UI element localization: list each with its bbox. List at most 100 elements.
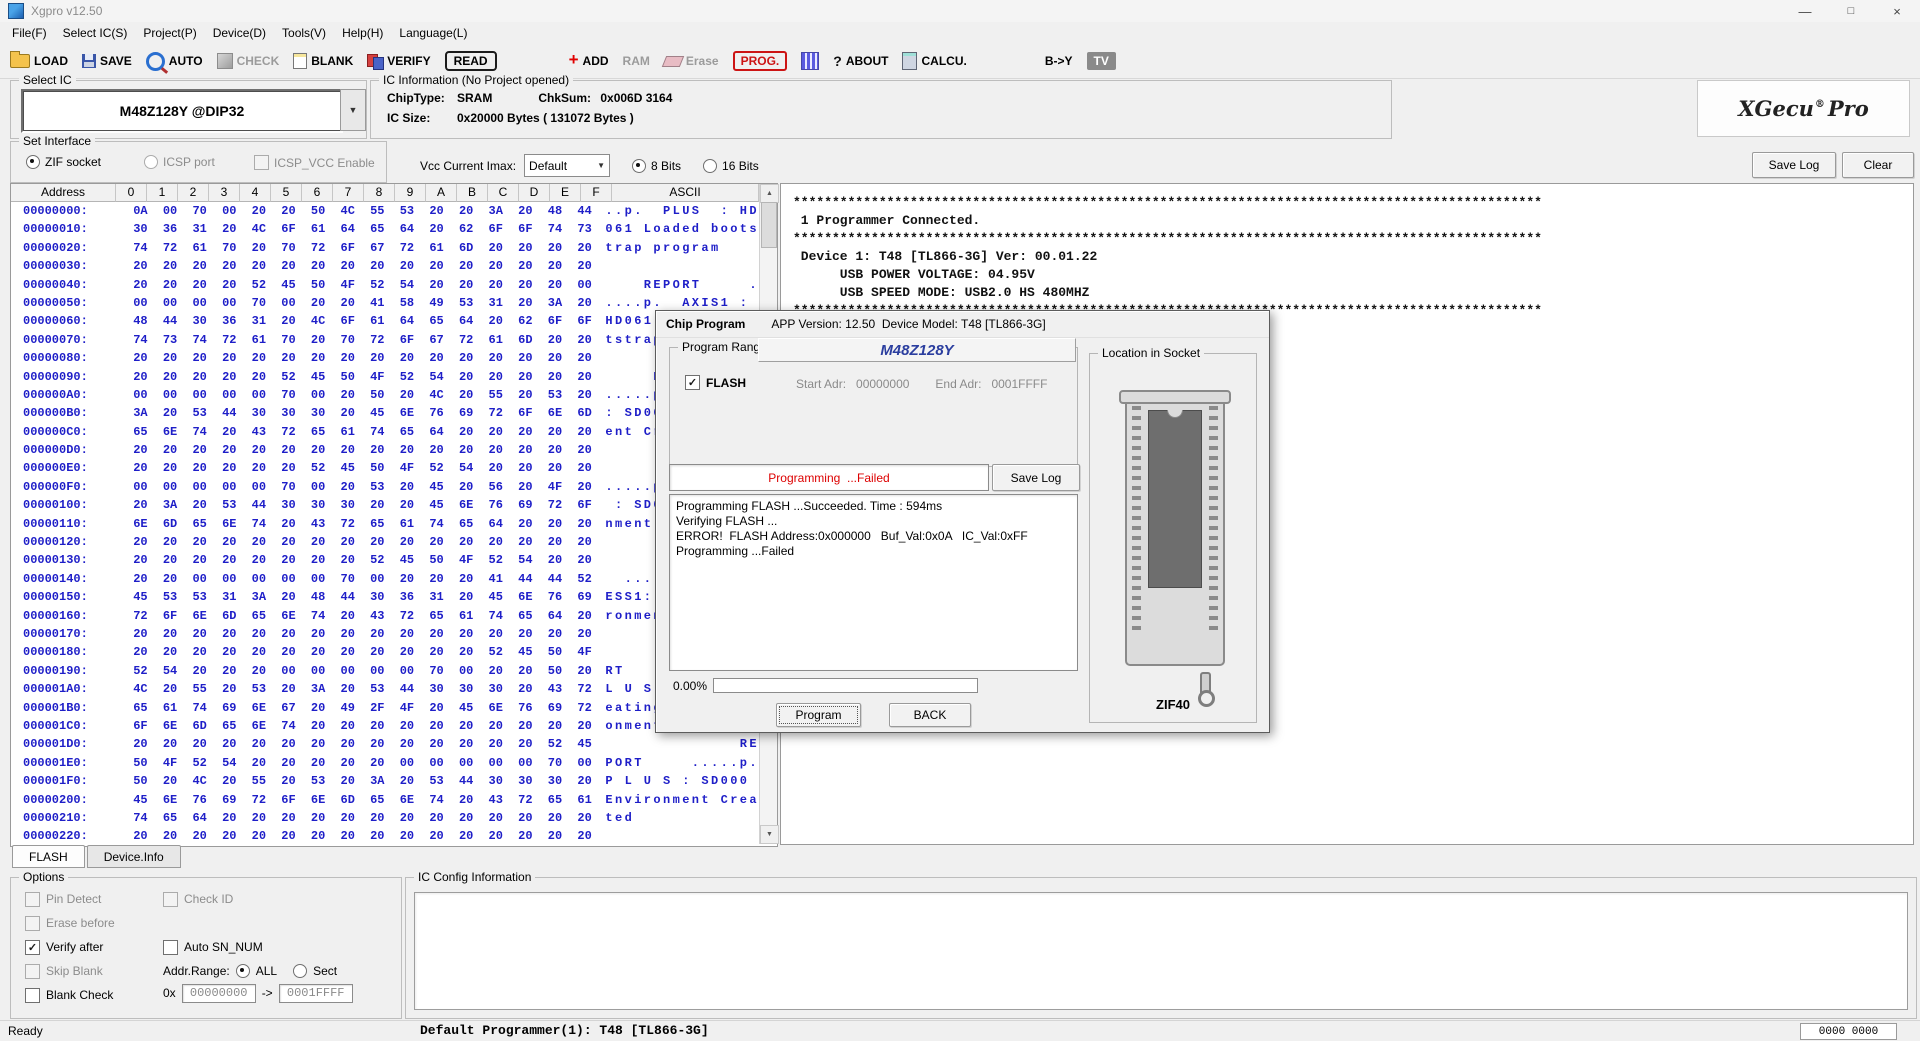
hex-byte-cell[interactable]: 45 — [422, 478, 452, 496]
hex-byte-cell[interactable]: 20 — [570, 257, 600, 275]
hex-byte-cell[interactable]: 20 — [274, 441, 304, 459]
hex-byte-cell[interactable]: 20 — [451, 570, 481, 588]
hex-byte-cell[interactable]: 20 — [155, 368, 185, 386]
back-button[interactable]: BACK — [889, 703, 971, 727]
hex-byte-cell[interactable]: 20 — [214, 220, 244, 238]
hex-byte-cell[interactable]: 45 — [511, 643, 541, 661]
hex-byte-cell[interactable]: 20 — [422, 202, 452, 220]
program-button[interactable]: Program — [776, 703, 861, 727]
hex-ascii-cell[interactable]: ted — [599, 809, 759, 827]
hex-byte-cell[interactable]: 20 — [244, 662, 274, 680]
hex-byte-cell[interactable]: 20 — [481, 827, 511, 845]
hex-byte-cell[interactable]: 65 — [303, 423, 333, 441]
menu-item-deviced[interactable]: Device(D) — [205, 23, 274, 43]
hex-byte-cell[interactable]: 6E — [303, 791, 333, 809]
hex-byte-cell[interactable]: 20 — [451, 423, 481, 441]
hex-byte-cell[interactable]: 20 — [570, 827, 600, 845]
hex-byte-cell[interactable]: 20 — [392, 496, 422, 514]
hex-byte-cell[interactable]: 6E — [214, 515, 244, 533]
hex-byte-cell[interactable]: 44 — [392, 680, 422, 698]
hex-byte-cell[interactable]: 74 — [363, 423, 393, 441]
hex-ascii-cell[interactable]: RE — [599, 735, 759, 753]
hex-ascii-cell[interactable]: P L U S : SD000 — [599, 772, 759, 790]
hex-byte-cell[interactable]: 69 — [451, 404, 481, 422]
hex-byte-cell[interactable]: 20 — [303, 533, 333, 551]
hex-byte-cell[interactable]: 20 — [422, 717, 452, 735]
toolbar-erase-button[interactable]: Erase — [664, 54, 719, 68]
hex-byte-cell[interactable]: 74 — [126, 239, 156, 257]
hex-byte-cell[interactable]: 54 — [511, 551, 541, 569]
hex-byte-cell[interactable]: 6F — [570, 496, 600, 514]
hex-byte-cell[interactable]: 43 — [244, 423, 274, 441]
hex-byte-cell[interactable]: 31 — [422, 588, 452, 606]
hex-byte-cell[interactable]: 20 — [244, 827, 274, 845]
hex-byte-cell[interactable]: 30 — [244, 404, 274, 422]
hex-byte-cell[interactable]: 20 — [244, 809, 274, 827]
hex-byte-cell[interactable]: 20 — [570, 551, 600, 569]
hex-byte-cell[interactable]: 20 — [422, 699, 452, 717]
hex-byte-cell[interactable]: 72 — [481, 404, 511, 422]
hex-byte-cell[interactable]: 55 — [363, 202, 393, 220]
hex-byte-cell[interactable]: 20 — [363, 257, 393, 275]
hex-byte-cell[interactable]: 20 — [540, 441, 570, 459]
menu-item-selectics[interactable]: Select IC(S) — [55, 23, 136, 43]
hex-byte-cell[interactable]: 20 — [422, 220, 452, 238]
hex-byte-cell[interactable]: 4C — [185, 772, 215, 790]
hex-ascii-cell[interactable] — [599, 827, 759, 845]
hex-byte-cell[interactable]: 70 — [214, 239, 244, 257]
hex-byte-cell[interactable]: 45 — [333, 459, 363, 477]
hex-byte-cell[interactable]: 30 — [333, 496, 363, 514]
hex-byte-cell[interactable]: 20 — [511, 257, 541, 275]
hex-byte-cell[interactable]: 74 — [422, 791, 452, 809]
hex-byte-cell[interactable]: 20 — [392, 717, 422, 735]
hex-byte-cell[interactable]: 45 — [422, 496, 452, 514]
hex-byte-cell[interactable]: 00 — [392, 662, 422, 680]
hex-byte-cell[interactable]: 45 — [451, 699, 481, 717]
hex-byte-cell[interactable]: 72 — [214, 331, 244, 349]
hex-byte-cell[interactable]: 20 — [303, 625, 333, 643]
hex-byte-cell[interactable]: 20 — [333, 735, 363, 753]
hex-byte-cell[interactable]: 20 — [392, 625, 422, 643]
hex-byte-cell[interactable]: 20 — [422, 570, 452, 588]
hex-byte-cell[interactable]: 20 — [214, 551, 244, 569]
hex-byte-cell[interactable]: 31 — [185, 220, 215, 238]
hex-byte-cell[interactable]: 30 — [481, 680, 511, 698]
toolbar-tv-button[interactable]: TV — [1087, 52, 1116, 70]
icsp-vcc-checkbox[interactable]: ICSP_VCC Enable — [254, 155, 375, 170]
hex-byte-cell[interactable]: 20 — [274, 533, 304, 551]
range-end-input[interactable]: 0001FFFF — [279, 984, 353, 1003]
hex-byte-cell[interactable]: 45 — [126, 791, 156, 809]
hex-byte-cell[interactable]: 65 — [126, 699, 156, 717]
hex-byte-cell[interactable]: 20 — [422, 827, 452, 845]
hex-byte-cell[interactable]: 20 — [451, 717, 481, 735]
hex-byte-cell[interactable]: 50 — [126, 772, 156, 790]
hex-byte-cell[interactable]: 00 — [422, 754, 452, 772]
hex-byte-cell[interactable]: 20 — [540, 423, 570, 441]
toolbar-read-button[interactable]: READ — [445, 51, 497, 71]
hex-byte-cell[interactable]: 73 — [155, 331, 185, 349]
tab-flash[interactable]: FLASH — [12, 845, 85, 868]
hex-byte-cell[interactable]: 20 — [214, 809, 244, 827]
hex-byte-cell[interactable]: 61 — [303, 220, 333, 238]
hex-byte-cell[interactable]: 61 — [155, 699, 185, 717]
hex-byte-cell[interactable]: 44 — [214, 404, 244, 422]
hex-byte-cell[interactable]: 00 — [274, 294, 304, 312]
hex-byte-cell[interactable]: 20 — [481, 312, 511, 330]
hex-byte-cell[interactable]: 00 — [451, 662, 481, 680]
hex-byte-cell[interactable]: 20 — [244, 459, 274, 477]
hex-byte-cell[interactable]: 65 — [392, 423, 422, 441]
hex-byte-cell[interactable]: 54 — [451, 459, 481, 477]
hex-byte-cell[interactable]: 20 — [422, 643, 452, 661]
hex-byte-cell[interactable]: 00 — [185, 570, 215, 588]
hex-byte-cell[interactable]: 52 — [244, 276, 274, 294]
hex-byte-cell[interactable]: 20 — [155, 551, 185, 569]
hex-byte-cell[interactable]: 20 — [155, 533, 185, 551]
hex-byte-cell[interactable]: 61 — [481, 331, 511, 349]
hex-byte-cell[interactable]: 20 — [333, 625, 363, 643]
hex-byte-cell[interactable]: 20 — [244, 239, 274, 257]
hex-byte-cell[interactable]: 00 — [363, 570, 393, 588]
hex-byte-cell[interactable]: 72 — [511, 791, 541, 809]
hex-byte-cell[interactable]: 20 — [333, 478, 363, 496]
hex-byte-cell[interactable]: 52 — [392, 368, 422, 386]
hex-byte-cell[interactable]: 6F — [333, 312, 363, 330]
